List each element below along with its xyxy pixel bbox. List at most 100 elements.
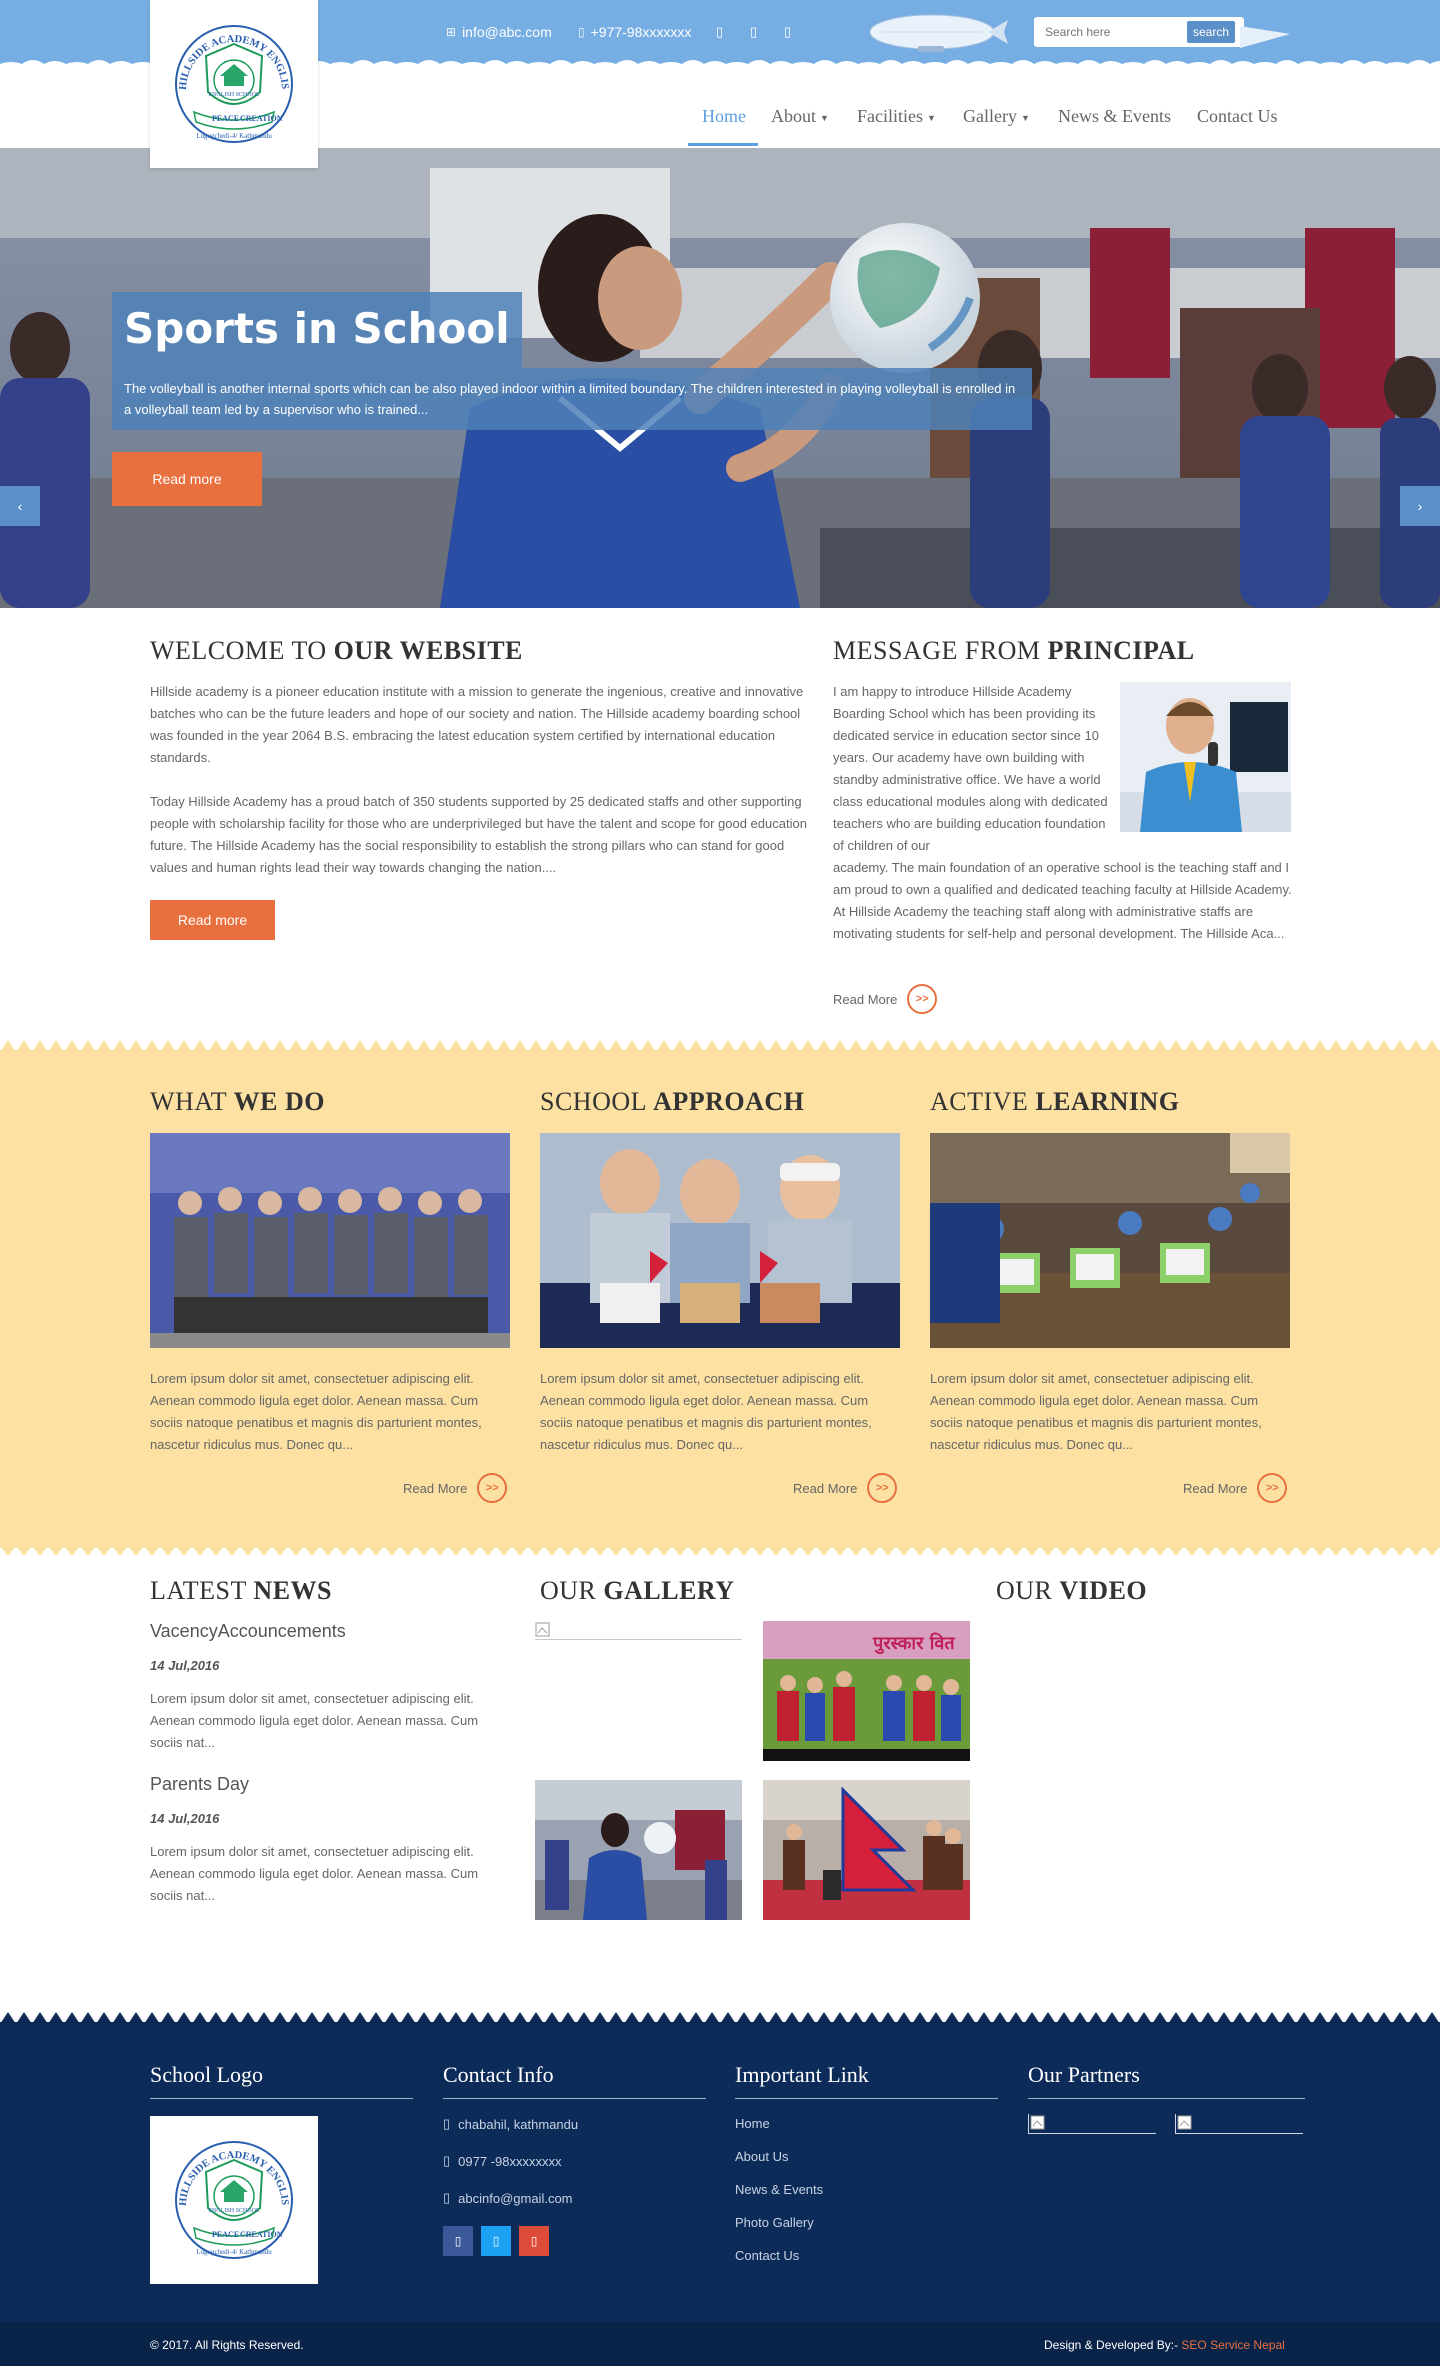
footer-link-gallery[interactable]: Photo Gallery	[735, 2215, 814, 2230]
footer-links-title: Important Link	[735, 2062, 869, 2087]
active-learning-read-more-link[interactable]: Read More >>	[1183, 1473, 1288, 1503]
phone-icon: ▯	[578, 25, 585, 39]
facebook-icon[interactable]: ▯	[443, 2226, 473, 2256]
gallery-image[interactable]	[535, 1780, 742, 1920]
school-approach-title: SCHOOL APPROACH	[540, 1087, 805, 1116]
zigzag-bottom-border	[0, 1546, 1440, 1556]
footer-divider	[443, 2098, 706, 2099]
school-approach-text: Lorem ipsum dolor sit amet, consectetuer…	[540, 1371, 872, 1452]
twitter-icon[interactable]: ▯	[750, 24, 757, 40]
double-chevron-right-icon: >>	[1257, 1473, 1288, 1503]
video-title: OUR VIDEO	[996, 1576, 1148, 1605]
svg-text:Lugugchedi-4/ Kathmandu: Lugugchedi-4/ Kathmandu	[196, 2248, 272, 2256]
hero-read-more-button[interactable]: Read more	[112, 452, 262, 506]
chevron-down-icon: ▼	[820, 112, 829, 123]
search-button[interactable]: search	[1187, 21, 1236, 43]
developer-credit: Design & Developed By:- SEO Service Nepa…	[1044, 2338, 1285, 2352]
gallery-image-broken[interactable]	[535, 1622, 742, 1640]
search-input[interactable]	[1037, 25, 1187, 39]
news-item-date: 14 Jul,2016	[150, 1811, 220, 1826]
school-approach-image[interactable]	[540, 1133, 900, 1348]
slider-next-button[interactable]: ›	[1400, 486, 1440, 526]
news-item-heading[interactable]: VacencyAccouncements	[150, 1621, 346, 1642]
nav-gallery[interactable]: Gallery ▼	[963, 106, 1030, 127]
nav-contact[interactable]: Contact Us	[1197, 106, 1278, 127]
footer-link-news[interactable]: News & Events	[735, 2182, 823, 2197]
svg-text:Lugugchedi-4/ Kathmandu: Lugugchedi-4/ Kathmandu	[196, 132, 272, 140]
svg-text:CREATION: CREATION	[240, 2230, 283, 2239]
nav-facilities[interactable]: Facilities ▼	[857, 106, 936, 127]
slider-prev-button[interactable]: ‹	[0, 486, 40, 526]
principal-message-intro: I am happy to introduce Hillside Academy…	[833, 684, 1108, 853]
footer-address: ▯ chabahil, kathmandu	[443, 2116, 579, 2132]
gallery-image[interactable]	[763, 1780, 970, 1920]
location-icon: ▯	[443, 2116, 451, 2131]
school-crest-icon: HILLSIDE ACADEMY ENGLISH SCHOOL ENGLISH …	[164, 14, 293, 143]
footer-link-home[interactable]: Home	[735, 2116, 770, 2131]
news-item-date: 14 Jul,2016	[150, 1658, 220, 1673]
broken-image-icon	[1030, 2115, 1045, 2130]
broken-image-icon	[1177, 2115, 1192, 2130]
svg-text:CREATION: CREATION	[240, 114, 283, 123]
plane-tail-icon	[1240, 26, 1290, 48]
school-crest-icon: HILLSIDE ACADEMY ENGLISH SCHOOL ENGLISH …	[164, 2130, 293, 2259]
footer-email[interactable]: ▯ abcinfo@gmail.com	[443, 2190, 573, 2206]
footer-divider	[150, 2098, 413, 2099]
email-icon: ⊞	[446, 25, 457, 39]
nav-news-events[interactable]: News & Events	[1058, 106, 1171, 127]
footer-link-contact[interactable]: Contact Us	[735, 2248, 799, 2263]
partner-logo-broken[interactable]	[1028, 2114, 1156, 2134]
news-item-text: Lorem ipsum dolor sit amet, consectetuer…	[150, 1844, 479, 1903]
principal-read-more-link[interactable]: Read More >>	[833, 984, 938, 1014]
copyright-text: © 2017. All Rights Reserved.	[150, 2338, 304, 2352]
svg-text:PEACE: PEACE	[212, 114, 239, 123]
chevron-right-icon: ›	[1417, 498, 1423, 514]
search-box: search	[1034, 17, 1244, 47]
school-approach-read-more-link[interactable]: Read More >>	[793, 1473, 898, 1503]
active-learning-title: ACTIVE LEARNING	[930, 1087, 1180, 1116]
svg-text:ENGLISH SCHOOL: ENGLISH SCHOOL	[208, 92, 260, 98]
chevron-down-icon: ▼	[1020, 112, 1030, 123]
footer-phone[interactable]: ▯ 0977 -98xxxxxxxx	[443, 2153, 561, 2169]
googleplus-icon[interactable]: ▯	[784, 24, 791, 40]
developer-link[interactable]: SEO Service Nepal	[1181, 2338, 1284, 2352]
welcome-title: WELCOME TO OUR WEBSITE	[150, 636, 523, 665]
active-learning-image[interactable]	[930, 1133, 1290, 1348]
twitter-icon[interactable]: ▯	[481, 2226, 511, 2256]
chevron-left-icon: ‹	[17, 498, 23, 514]
broken-image-icon	[535, 1622, 550, 1637]
welcome-paragraph-2: Today Hillside Academy has a proud batch…	[150, 794, 807, 875]
footer-logo-title: School Logo	[150, 2062, 264, 2087]
what-we-do-read-more-link[interactable]: Read More >>	[403, 1473, 508, 1503]
nav-about[interactable]: About ▼	[771, 106, 829, 127]
footer-school-logo[interactable]: HILLSIDE ACADEMY ENGLISH SCHOOL ENGLISH …	[150, 2116, 318, 2284]
double-chevron-right-icon: >>	[907, 984, 938, 1014]
active-learning-text: Lorem ipsum dolor sit amet, consectetuer…	[930, 1371, 1262, 1452]
partner-logo-broken[interactable]	[1175, 2114, 1303, 2134]
googleplus-icon[interactable]: ▯	[519, 2226, 549, 2256]
principal-title: MESSAGE FROM PRINCIPAL	[833, 636, 1195, 665]
nav-home[interactable]: Home	[702, 106, 746, 127]
header-email[interactable]: ⊞ info@abc.com	[446, 24, 552, 40]
phone-icon: ▯	[443, 2153, 451, 2168]
hero-title: Sports in School	[112, 292, 522, 368]
gallery-image[interactable]: पुरस्कार वित	[763, 1621, 970, 1761]
news-item-text: Lorem ipsum dolor sit amet, consectetuer…	[150, 1691, 479, 1750]
nav-active-indicator	[688, 143, 758, 146]
welcome-read-more-button[interactable]: Read more	[150, 900, 275, 940]
email-icon: ▯	[443, 2190, 451, 2205]
footer-contact-title: Contact Info	[443, 2062, 554, 2087]
double-chevron-right-icon: >>	[867, 1473, 898, 1503]
footer-link-about[interactable]: About Us	[735, 2149, 788, 2164]
header-phone[interactable]: ▯ +977-98xxxxxxx	[578, 24, 691, 40]
svg-text:PEACE: PEACE	[212, 2230, 239, 2239]
welcome-paragraph-1: Hillside academy is a pioneer education …	[150, 684, 804, 765]
hero-description: The volleyball is another internal sport…	[112, 368, 1032, 430]
latest-news-title: LATEST NEWS	[150, 1576, 332, 1605]
news-item-heading[interactable]: Parents Day	[150, 1774, 249, 1795]
school-logo[interactable]: HILLSIDE ACADEMY ENGLISH SCHOOL ENGLISH …	[150, 0, 318, 168]
facebook-icon[interactable]: ▯	[716, 24, 723, 40]
svg-text:ENGLISH SCHOOL: ENGLISH SCHOOL	[208, 2208, 260, 2214]
svg-text:पुरस्कार वित: पुरस्कार वित	[872, 1632, 955, 1655]
what-we-do-image[interactable]	[150, 1133, 510, 1348]
